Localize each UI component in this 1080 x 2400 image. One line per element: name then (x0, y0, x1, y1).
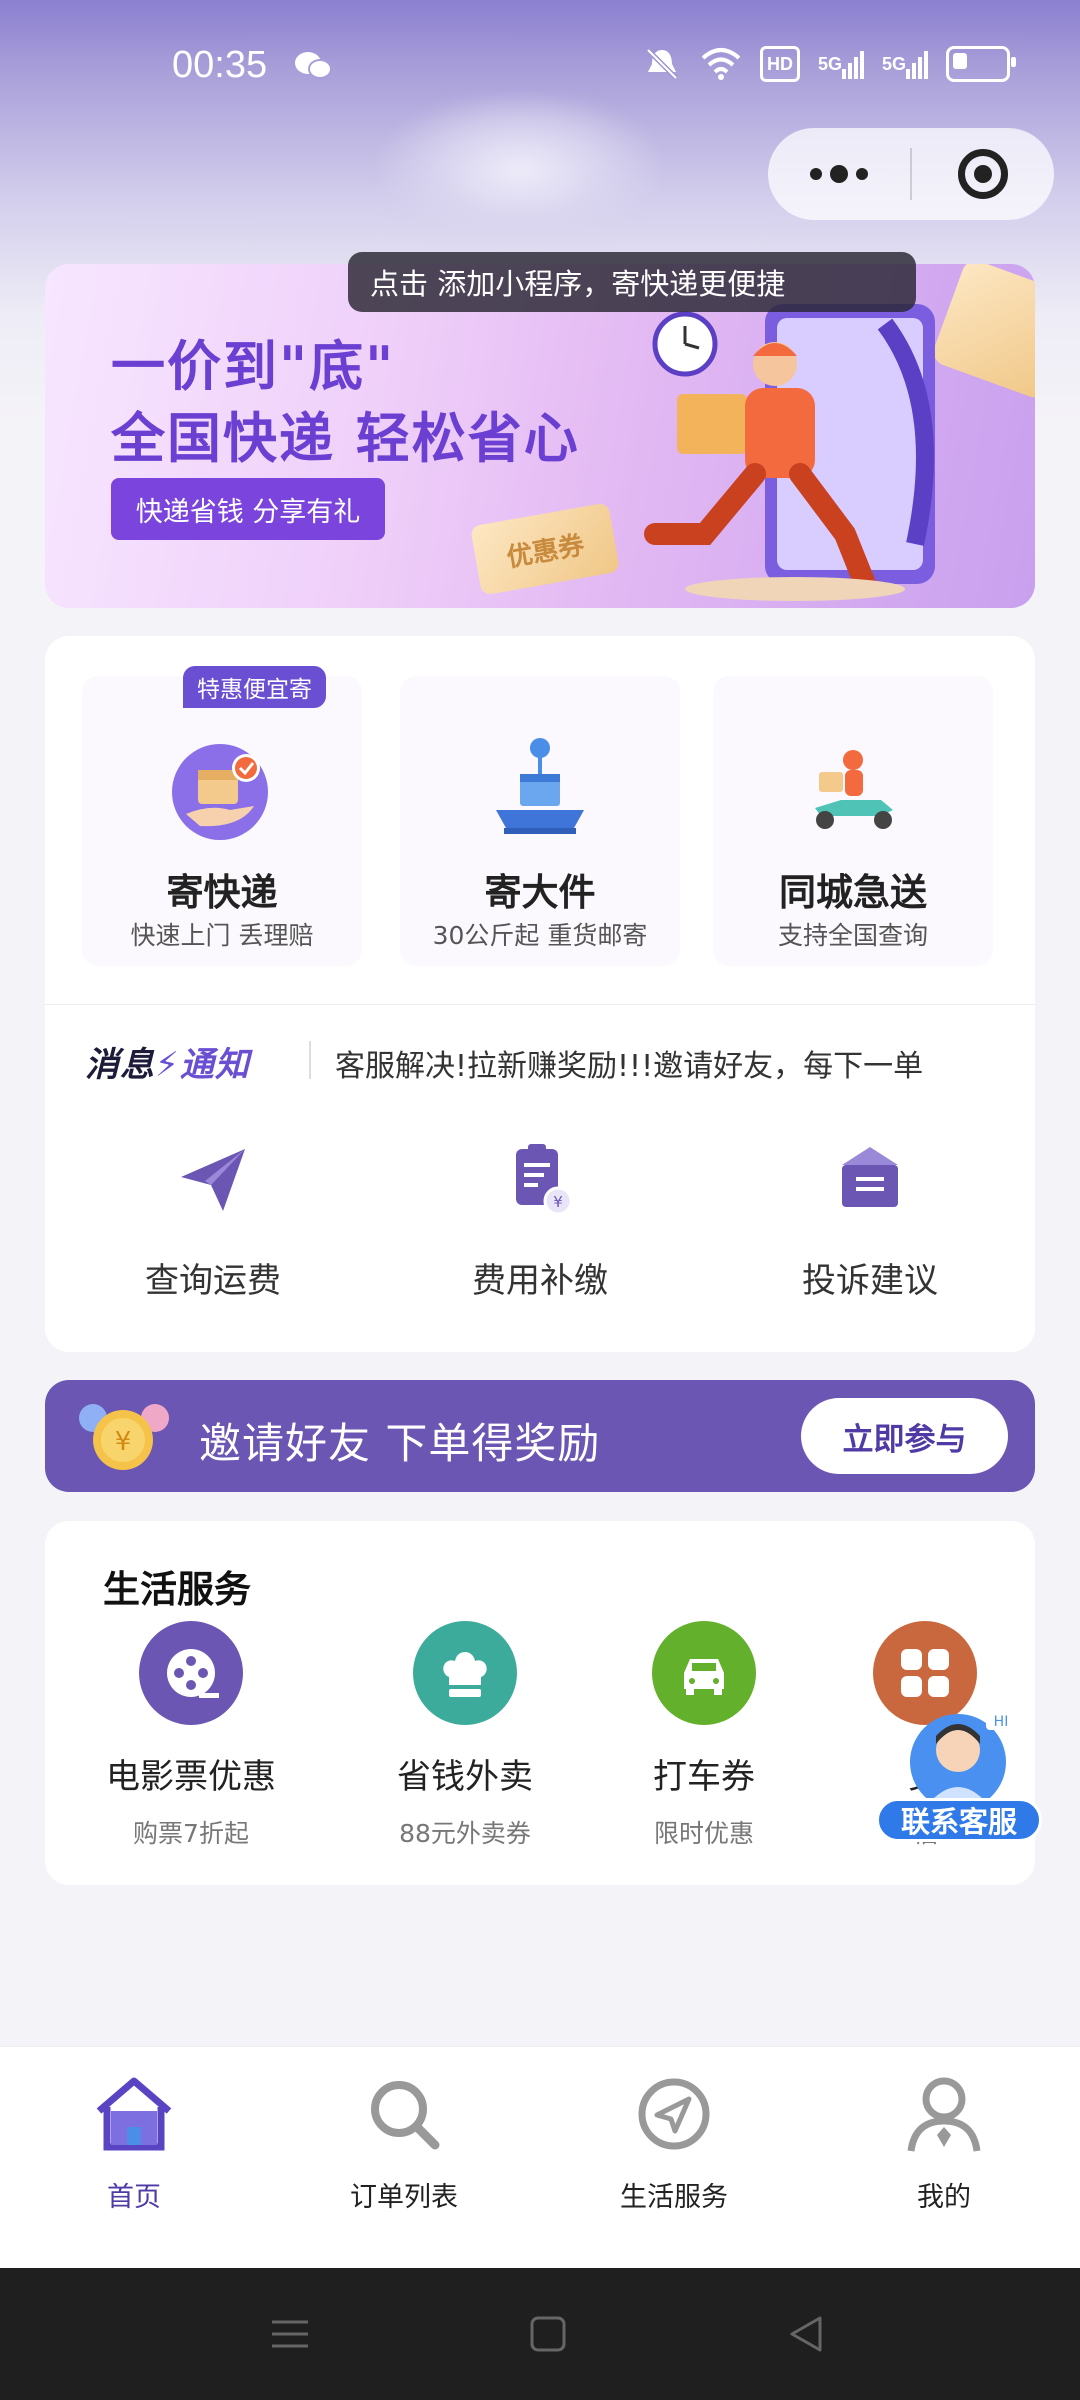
invite-text: 邀请好友 下单得奖励 (199, 1419, 601, 1468)
tool-fee-supplement[interactable]: ¥ 费用补缴 (420, 1141, 660, 1302)
service-send-express[interactable]: 寄快递 快速上门 丢理赔 (82, 676, 362, 966)
notice-divider (309, 1041, 311, 1079)
tool-label: 投诉建议 (802, 1261, 938, 1301)
service-subtitle: 快速上门 丢理赔 (130, 921, 314, 950)
battery-icon (946, 46, 1016, 82)
services-card: 寄快递 快速上门 丢理赔 寄大件 30公斤起 重货邮寄 同城急送 支持全国查询 … (45, 636, 1035, 1352)
tab-orders[interactable]: 订单列表 (304, 2071, 504, 2214)
tool-label: 费用补缴 (472, 1261, 608, 1301)
chef-hat-icon (413, 1621, 517, 1725)
mailbox-icon (842, 1147, 898, 1207)
tool-complaint[interactable]: 投诉建议 (750, 1141, 990, 1302)
notice-bar[interactable]: 消息⚡通知 客服解决!拉新赚奖励!!!邀请好友，每下一单 (45, 1004, 1035, 1110)
life-item-subtitle: 88元外卖券 (399, 1819, 531, 1848)
svg-text:HI: HI (994, 1714, 1009, 1730)
wechat-icon (295, 52, 332, 79)
search-icon (371, 2081, 440, 2150)
wifi-icon (701, 48, 741, 80)
paper-plane-icon (181, 1149, 245, 1211)
coin-people-icon: ¥ (79, 1404, 169, 1470)
scooter-courier-icon (815, 750, 893, 829)
special-offer-badge: 特惠便宜寄 (183, 666, 326, 708)
service-title: 寄快递 (166, 871, 278, 914)
miniprogram-capsule (768, 128, 1054, 220)
banner-title-line2: 全国快递 轻松省心 (111, 407, 580, 470)
courier-illustration (644, 304, 935, 601)
agent-avatar-icon: HI (910, 1710, 1016, 1810)
car-icon (652, 1621, 756, 1725)
svg-text:¥: ¥ (115, 1427, 132, 1457)
add-miniprogram-tooltip[interactable]: 点击 添加小程序，寄快递更便捷 (348, 252, 916, 312)
tab-label: 我的 (917, 2182, 971, 2213)
service-subtitle: 30公斤起 重货邮寄 (432, 921, 648, 950)
package-hand-icon (172, 744, 268, 840)
tab-home[interactable]: 首页 (34, 2071, 234, 2214)
life-item-movie[interactable]: 电影票优惠 购票7折起 (71, 1621, 311, 1850)
tab-mine[interactable]: 我的 (844, 2071, 1044, 2214)
tab-label: 订单列表 (350, 2182, 458, 2213)
status-icons: HD 5G 5G (642, 46, 1016, 82)
life-item-subtitle: 购票7折起 (133, 1819, 249, 1848)
home-square-icon[interactable] (526, 2312, 570, 2356)
service-subtitle: 支持全国查询 (777, 921, 928, 950)
clipboard-yen-icon: ¥ (516, 1144, 573, 1216)
life-item-takeout[interactable]: 省钱外卖 88元外卖券 (345, 1621, 585, 1850)
more-icon (810, 168, 822, 180)
service-same-city[interactable]: 同城急送 支持全国查询 (713, 676, 993, 966)
coupon-icon: 优惠券 (469, 502, 621, 596)
bottom-tab-bar: 首页 订单列表 生活服务 我的 (0, 2046, 1080, 2268)
user-icon (907, 2077, 981, 2152)
customer-service-label: 联系客服 (876, 1798, 1042, 1842)
hd-badge: HD (759, 46, 800, 82)
life-item-subtitle: 限时优惠 (653, 1819, 754, 1848)
banner-title-line1: 一价到"底" (111, 335, 396, 398)
system-navigation-bar (0, 2268, 1080, 2400)
tab-label: 生活服务 (620, 2182, 728, 2213)
home-icon (96, 2077, 172, 2151)
compass-icon (638, 2078, 710, 2150)
join-now-button[interactable]: 立即参与 (801, 1398, 1008, 1474)
life-services-title: 生活服务 (103, 1568, 251, 1611)
tab-life-services[interactable]: 生活服务 (574, 2071, 774, 2214)
film-reel-icon (139, 1621, 243, 1725)
more-button[interactable] (768, 128, 910, 220)
back-triangle-icon[interactable] (784, 2312, 828, 2356)
banner-button[interactable]: 快递省钱 分享有礼 (111, 478, 385, 540)
lightning-icon: ⚡ (155, 1045, 180, 1085)
service-title: 同城急送 (779, 871, 927, 914)
life-item-title: 打车券 (653, 1757, 755, 1797)
tool-query-fee[interactable]: 查询运费 (93, 1141, 333, 1302)
signal-icon-1: 5G (818, 46, 864, 82)
menu-icon[interactable] (268, 2312, 312, 2356)
svg-text:¥: ¥ (553, 1193, 563, 1211)
notice-marquee-text: 客服解决!拉新赚奖励!!!邀请好友，每下一单 (335, 1049, 924, 1084)
blurred-page-title (380, 95, 660, 245)
notice-logo: 消息⚡通知 (85, 1045, 250, 1085)
customer-service-float[interactable]: HI 联系客服 (876, 1700, 1042, 1850)
signal-icon-2: 5G (882, 46, 928, 82)
service-title: 寄大件 (484, 871, 596, 914)
life-item-title: 省钱外卖 (397, 1757, 533, 1797)
life-item-taxi[interactable]: 打车券 限时优惠 (584, 1621, 824, 1850)
tab-label: 首页 (107, 2182, 161, 2213)
status-time: 00:35 (172, 44, 268, 86)
mute-icon (646, 48, 678, 80)
scale-box-icon (496, 738, 584, 834)
promo-banner[interactable]: 一价到"底" 全国快递 轻松省心 快递省钱 分享有礼 优惠券 (45, 264, 1035, 608)
close-target-icon (958, 149, 1008, 199)
life-item-title: 电影票优惠 (106, 1757, 276, 1797)
service-large-item[interactable]: 寄大件 30公斤起 重货邮寄 (400, 676, 680, 966)
tool-label: 查询运费 (145, 1261, 281, 1301)
invite-banner[interactable]: ¥ 邀请好友 下单得奖励 立即参与 (45, 1380, 1035, 1492)
close-button[interactable] (912, 128, 1054, 220)
